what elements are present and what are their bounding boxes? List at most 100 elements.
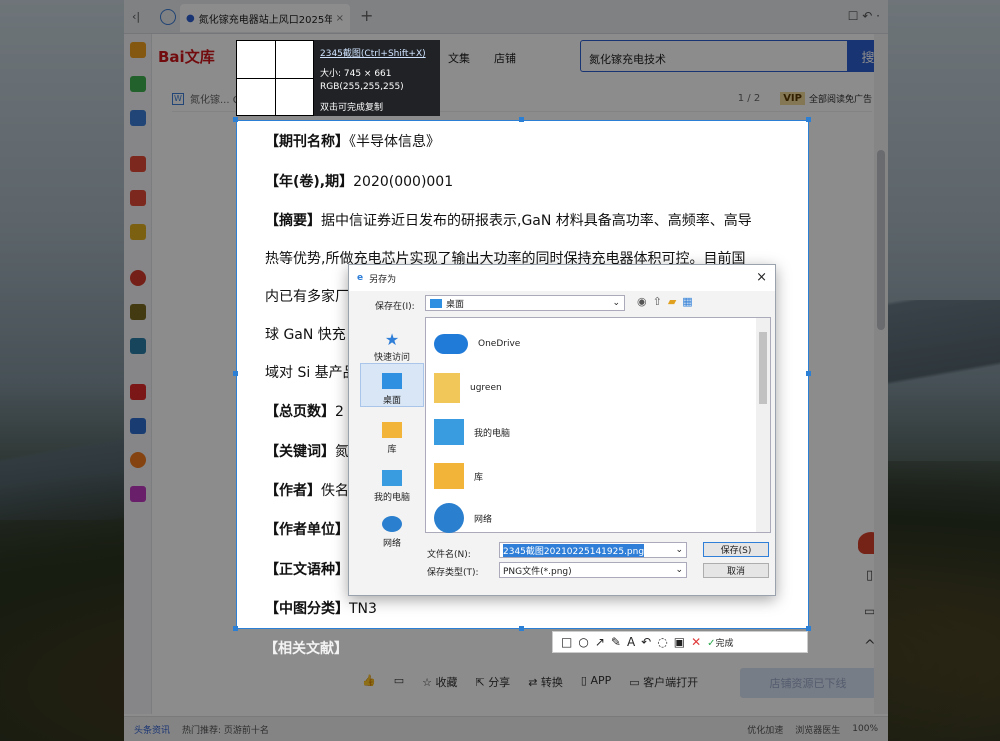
- new-folder-icon[interactable]: ▰: [668, 295, 676, 308]
- view-menu-icon[interactable]: ▦: [682, 295, 692, 308]
- unit-line: 【作者单位】: [265, 519, 349, 539]
- capture-overlay-top: [0, 0, 1000, 120]
- resize-handle[interactable]: [806, 117, 811, 122]
- rectangle-icon[interactable]: □: [561, 635, 572, 649]
- nav-library[interactable]: 库: [360, 411, 424, 455]
- nav-quick-access[interactable]: ★ 快速访问: [360, 319, 424, 363]
- file-list-scrollbar-thumb[interactable]: [759, 332, 767, 404]
- close-icon[interactable]: ×: [756, 270, 767, 285]
- filetype-select[interactable]: PNG文件(*.png) ⌄: [499, 562, 687, 578]
- abstract-text-5: 域对 Si 基产品: [265, 365, 357, 381]
- file-onedrive-label: OneDrive: [478, 339, 521, 349]
- class-label: 【中图分类】: [265, 601, 349, 617]
- resize-handle[interactable]: [519, 117, 524, 122]
- save-as-dialog: e 另存为 × 保存在(I): 桌面 ⌄ ◉ ⇧ ▰ ▦ ★ 快速访问 桌面 库 …: [348, 264, 776, 596]
- save-in-value: 桌面: [446, 299, 465, 310]
- places-bar: ★ 快速访问 桌面 库 我的电脑 网络: [353, 317, 425, 585]
- related-line: 【相关文献】: [264, 638, 348, 658]
- library-icon: [434, 463, 464, 489]
- resize-handle[interactable]: [233, 626, 238, 631]
- library-icon: [382, 422, 402, 438]
- abstract-line-5: 域对 Si 基产品: [265, 362, 357, 382]
- undo-icon[interactable]: ↶: [641, 635, 651, 649]
- save-button[interactable]: 保存(S): [703, 542, 769, 557]
- network-icon: [434, 503, 464, 533]
- capture-toolbar: □ ○ ↗ ✎ A ↶ ◌ ▣ ✕ ✓完成: [552, 631, 808, 653]
- back-icon[interactable]: ◉: [637, 295, 647, 308]
- journal-label: 【期刊名称】: [265, 134, 349, 150]
- author-value: 佚名: [321, 483, 349, 499]
- save-icon[interactable]: ▣: [674, 635, 685, 649]
- file-network[interactable]: 网络: [434, 498, 492, 538]
- author-line: 【作者】佚名: [265, 480, 349, 500]
- resize-handle[interactable]: [233, 371, 238, 376]
- save-button-label: 保存(S): [720, 546, 752, 556]
- file-user-label: ugreen: [470, 383, 502, 393]
- save-in-select[interactable]: 桌面 ⌄: [425, 295, 625, 311]
- magnifier-hotkey: 2345截图(Ctrl+Shift+X): [320, 49, 426, 59]
- file-library[interactable]: 库: [434, 456, 483, 496]
- desktop-folder-icon: [430, 298, 442, 308]
- chevron-down-icon: ⌄: [612, 298, 620, 308]
- magnifier-size: 大小: 745 × 661: [320, 69, 392, 79]
- year-label: 【年(卷),期】: [265, 174, 354, 190]
- nav-desktop-label: 桌面: [382, 396, 401, 406]
- keywords-label: 【关键词】: [265, 444, 335, 460]
- filetype-value: PNG文件(*.png): [503, 566, 572, 577]
- arrow-icon[interactable]: ↗: [595, 635, 605, 649]
- magnifier-hint: 双击可完成复制: [320, 103, 384, 113]
- filename-value: 2345截图20210225141925.png: [503, 543, 645, 557]
- keywords-line: 【关键词】氮: [265, 441, 349, 461]
- file-user[interactable]: ugreen: [434, 368, 502, 408]
- file-library-label: 库: [474, 472, 484, 483]
- file-network-label: 网络: [474, 514, 493, 525]
- abstract-text-1: 据中信证券近日发布的研报表示,GaN 材料具备高功率、高频率、高导: [321, 213, 752, 229]
- save-in-label: 保存在(I):: [375, 302, 415, 312]
- capture-overlay-right: [809, 120, 1000, 629]
- resize-handle[interactable]: [519, 626, 524, 631]
- nav-quick-access-label: 快速访问: [373, 353, 410, 363]
- filename-input[interactable]: 2345截图20210225141925.png ⌄: [499, 542, 687, 558]
- abstract-line-4: 球 GaN 快充: [265, 324, 346, 344]
- pen-icon[interactable]: ✎: [611, 635, 621, 649]
- resize-handle[interactable]: [233, 117, 238, 122]
- abstract-label: 【摘要】: [265, 213, 321, 229]
- cancel-button-label: 取消: [726, 567, 745, 577]
- capture-overlay-bottom: [0, 629, 1000, 741]
- nav-computer[interactable]: 我的电脑: [360, 459, 424, 503]
- done-button[interactable]: ✓完成: [707, 636, 733, 649]
- nav-computer-label: 我的电脑: [373, 493, 410, 503]
- up-folder-icon[interactable]: ⇧: [653, 295, 662, 308]
- resize-handle[interactable]: [806, 371, 811, 376]
- pin-icon[interactable]: ◌: [657, 635, 667, 649]
- ie-icon: e: [357, 273, 364, 283]
- done-label: 完成: [715, 638, 734, 649]
- nav-library-label: 库: [387, 445, 397, 455]
- year-line: 【年(卷),期】2020(000)001: [265, 171, 453, 191]
- unit-label: 【作者单位】: [265, 522, 349, 538]
- ellipse-icon[interactable]: ○: [578, 635, 588, 649]
- abstract-line-1: 【摘要】据中信证券近日发布的研报表示,GaN 材料具备高功率、高频率、高导: [265, 210, 752, 230]
- year-value: 2020(000)001: [353, 174, 454, 190]
- related-label: 【相关文献】: [264, 641, 348, 657]
- file-computer[interactable]: 我的电脑: [434, 412, 510, 452]
- dialog-titlebar: e 另存为 ×: [349, 265, 775, 291]
- file-list-scrollbar[interactable]: [756, 318, 770, 532]
- magnifier-rgb: RGB(255,255,255): [320, 82, 404, 92]
- cloud-icon: [434, 334, 468, 354]
- keywords-value: 氮: [335, 444, 349, 460]
- pages-line: 【总页数】2: [265, 401, 344, 421]
- lang-line: 【正文语种】: [265, 559, 349, 579]
- text-icon[interactable]: A: [627, 635, 635, 649]
- desktop-icon: [382, 373, 402, 389]
- nav-network[interactable]: 网络: [360, 505, 424, 549]
- file-onedrive[interactable]: OneDrive: [434, 324, 520, 364]
- user-folder-icon: [434, 373, 460, 403]
- journal-value: 《半导体信息》: [349, 134, 440, 150]
- nav-desktop[interactable]: 桌面: [360, 363, 424, 407]
- pages-value: 2: [335, 404, 344, 420]
- journal-line: 【期刊名称】《半导体信息》: [265, 131, 440, 151]
- file-computer-label: 我的电脑: [474, 428, 511, 439]
- cancel-button[interactable]: 取消: [703, 563, 769, 578]
- cancel-icon[interactable]: ✕: [691, 635, 701, 649]
